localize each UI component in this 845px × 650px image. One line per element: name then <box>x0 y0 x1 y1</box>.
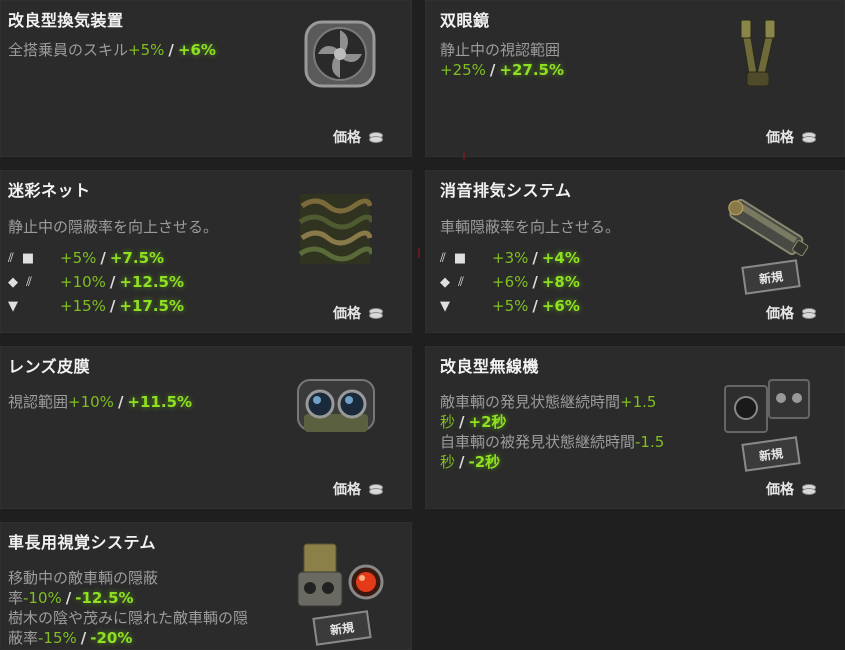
new-badge: 新規 <box>741 259 801 295</box>
camouflage-net-icon <box>298 194 372 264</box>
exhaust-muffler-icon <box>728 198 809 257</box>
card-title: 車長用視覚システム <box>8 533 157 552</box>
price-label: 価格 <box>333 482 361 498</box>
equipment-card-binoculars[interactable]: 双眼鏡 静止中の視認範囲 +25% / +27.5% 価格 <box>425 0 845 157</box>
card-description: 静止中の隠蔽率を向上させる。 <box>8 218 219 236</box>
coin-stack-icon <box>369 308 383 319</box>
vehicle-class-bonuses: ⫽ ■ +3% / +4% ◆ ⫽ +6% / +8% ▼ +5% / +6% <box>440 246 580 318</box>
equipment-card-lens-coating[interactable]: レンズ皮膜 視認範囲+10% / +11.5% 価格 <box>0 346 412 509</box>
vehicle-class-icons: ⫽ ■ <box>8 250 37 266</box>
decorative-mark <box>418 248 420 258</box>
bonus-row: ▼ +15% / +17.5% <box>8 297 185 315</box>
price-button[interactable]: 価格 <box>333 479 383 499</box>
price-label: 価格 <box>766 130 794 146</box>
equipment-card-muffled-exhaust[interactable]: 消音排気システム 車輌隠蔽率を向上させる。 ⫽ ■ +3% / +4% ◆ ⫽ +6… <box>425 170 845 333</box>
card-title: 迷彩ネット <box>8 181 91 200</box>
price-label: 価格 <box>333 306 361 322</box>
vehicle-class-bonuses: ⫽ ■ +5% / +7.5% ◆ ⫽ +10% / +12.5% ▼ +15% / +17… <box>8 246 184 318</box>
bonus-row: ▼ +5% / +6% <box>440 297 580 315</box>
equipment-card-improved-radio[interactable]: 改良型無線機 敵車輌の発見状態継続時間+1.5 秒 / +2秒 自車輌の被発見状態継… <box>425 346 845 509</box>
card-description: 静止中の視認範囲 +25% / +27.5% <box>440 41 565 79</box>
coin-stack-icon <box>369 132 383 143</box>
card-title: レンズ皮膜 <box>8 357 91 376</box>
card-title: 双眼鏡 <box>440 11 490 30</box>
card-title: 改良型換気装置 <box>8 11 124 30</box>
price-button[interactable]: 価格 <box>333 303 383 323</box>
coin-stack-icon <box>802 132 816 143</box>
coin-stack-icon <box>802 484 816 495</box>
price-button[interactable]: 価格 <box>766 303 816 323</box>
new-badge: 新規 <box>741 436 801 472</box>
card-description: 視認範囲+10% / +11.5% <box>8 393 193 411</box>
card-description: 全搭乗員のスキル+5% / +6% <box>8 41 216 59</box>
price-button[interactable]: 価格 <box>766 127 816 147</box>
coin-stack-icon <box>369 484 383 495</box>
bonus-row: ⫽ ■ +5% / +7.5% <box>8 249 165 267</box>
card-title: 消音排気システム <box>440 181 572 200</box>
bonus-row: ⫽ ■ +3% / +4% <box>440 249 580 267</box>
bonus-row: ◆ ⫽ +6% / +8% <box>440 273 580 291</box>
vehicle-class-icons: ◆ ⫽ <box>440 274 466 290</box>
equipment-card-improved-ventilation[interactable]: 改良型換気装置 全搭乗員のスキル+5% / +6% 価格 <box>0 0 412 157</box>
card-description: 敵車輌の発見状態継続時間+1.5 秒 / +2秒 自車輌の被発見状態継続時間-1.5… <box>440 393 665 471</box>
radio-set-icon <box>724 379 810 433</box>
ventilation-fan-icon <box>304 20 376 88</box>
bonus-row: ◆ ⫽ +10% / +12.5% <box>8 273 185 291</box>
decorative-mark <box>463 152 465 160</box>
price-label: 価格 <box>766 306 794 322</box>
vehicle-class-icons: ▼ <box>440 298 452 314</box>
vehicle-class-icons: ◆ ⫽ <box>8 274 34 290</box>
lens-coating-icon <box>297 379 375 432</box>
vehicle-class-icons: ⫽ ■ <box>440 250 469 266</box>
vehicle-class-icons: ▼ <box>8 298 20 314</box>
equipment-card-commander-vision-system[interactable]: 車長用視覚システム 移動中の敵車輌の隠蔽 率-10% / -12.5% 樹木の陰や茂… <box>0 522 412 650</box>
price-button[interactable]: 価格 <box>766 479 816 499</box>
price-label: 価格 <box>766 482 794 498</box>
price-button[interactable]: 価格 <box>333 127 383 147</box>
card-title: 改良型無線機 <box>440 357 540 376</box>
binocular-periscope-icon <box>740 19 776 87</box>
commander-vision-system-icon <box>297 543 384 607</box>
card-description: 移動中の敵車輌の隠蔽 率-10% / -12.5% 樹木の陰や茂みに隠れた敵車輌の隠… <box>8 569 249 647</box>
equipment-card-camouflage-net[interactable]: 迷彩ネット 静止中の隠蔽率を向上させる。 ⫽ ■ +5% / +7.5% ◆ ⫽ +… <box>0 170 412 333</box>
price-label: 価格 <box>333 130 361 146</box>
coin-stack-icon <box>802 308 816 319</box>
card-description: 車輌隠蔽率を向上させる。 <box>440 218 621 236</box>
